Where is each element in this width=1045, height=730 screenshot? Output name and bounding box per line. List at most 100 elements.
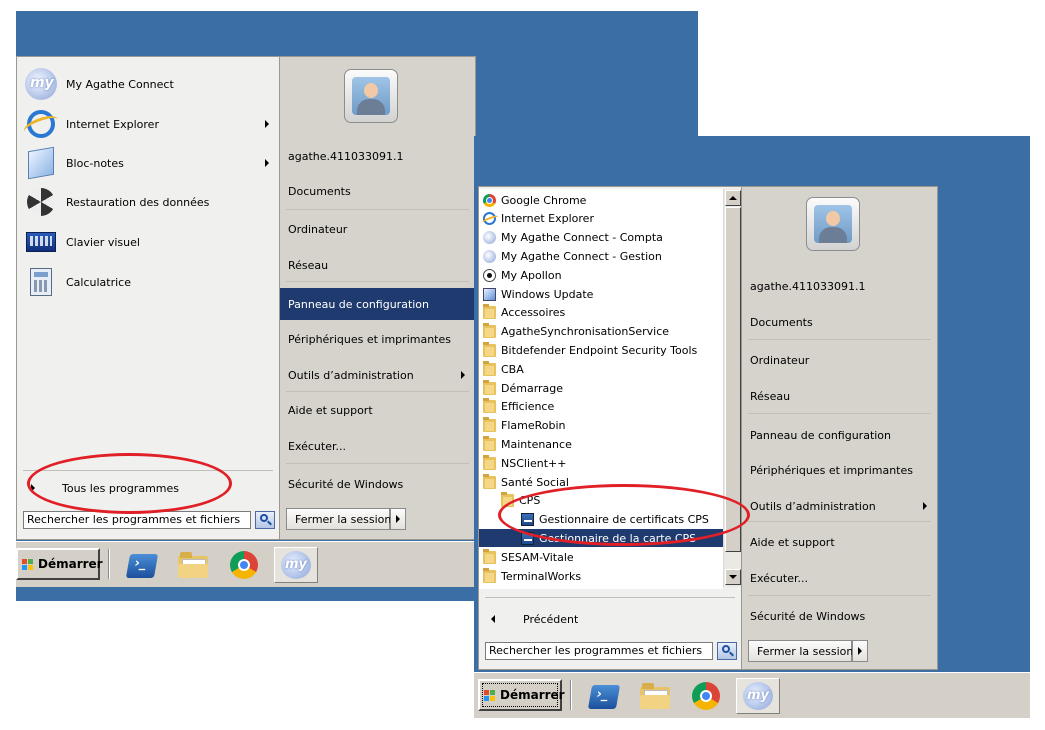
folder-icon — [483, 473, 496, 489]
windows-update-icon — [483, 287, 496, 301]
scroll-down-arrow-icon[interactable] — [725, 569, 741, 585]
chrome-icon[interactable] — [692, 682, 720, 710]
menu-item-reseau[interactable]: Réseau — [280, 254, 475, 276]
separator — [286, 391, 469, 392]
my-agathe-taskbar-button[interactable] — [736, 678, 780, 714]
program-label: Google Chrome — [501, 193, 587, 207]
menu-item-executer[interactable]: Exécuter... — [280, 435, 475, 457]
back-button[interactable]: Précédent — [479, 608, 741, 630]
pinned-item-bloc-notes[interactable]: Bloc-notes — [17, 146, 279, 180]
pinned-item-restauration[interactable]: Restauration des données — [17, 185, 279, 219]
logoff-button[interactable]: Fermer la session — [286, 508, 391, 530]
separator — [286, 281, 469, 282]
menu-item-executer[interactable]: Exécuter... — [742, 567, 937, 589]
right-programs-panel: Google Chrome Internet Explorer My Agathe … — [478, 186, 742, 670]
menu-item-aide-support[interactable]: Aide et support — [742, 531, 937, 553]
chrome-icon[interactable] — [230, 551, 258, 579]
username-link[interactable]: agathe.411033091.1 — [742, 275, 937, 297]
menu-item-aide-support[interactable]: Aide et support — [280, 399, 475, 421]
program-label: Maintenance — [501, 437, 572, 451]
folder-icon — [483, 417, 496, 433]
program-list-item[interactable]: Bitdefender Endpoint Security Tools — [479, 341, 723, 359]
program-label: Accessoires — [501, 306, 566, 320]
my-agathe-icon — [281, 551, 311, 579]
menu-item-reseau[interactable]: Réseau — [742, 385, 937, 407]
program-label: Santé Social — [501, 475, 569, 489]
menu-item-peripheriques[interactable]: Périphériques et imprimantes — [280, 328, 475, 350]
separator — [286, 463, 469, 464]
ie-icon — [483, 212, 496, 226]
pinned-item-internet-explorer[interactable]: Internet Explorer — [17, 107, 279, 141]
program-list-item[interactable]: My Agathe Connect - Compta — [479, 229, 723, 247]
search-button[interactable] — [255, 511, 275, 529]
search-button[interactable] — [717, 642, 737, 660]
menu-item-panneau-configuration[interactable]: Panneau de configuration — [280, 288, 475, 320]
menu-item-documents[interactable]: Documents — [280, 180, 475, 202]
menu-item-ordinateur[interactable]: Ordinateur — [742, 349, 937, 371]
program-label: Efficience — [501, 400, 555, 414]
logoff-options-button[interactable] — [852, 640, 868, 662]
file-explorer-icon[interactable] — [640, 683, 670, 709]
menu-item-documents[interactable]: Documents — [742, 311, 937, 333]
program-label: My Agathe Connect - Compta — [501, 231, 663, 245]
username-link[interactable]: agathe.411033091.1 — [280, 145, 475, 167]
search-input[interactable]: Rechercher les programmes et fichiers — [485, 642, 713, 660]
windows-logo-icon — [484, 690, 496, 702]
folder-icon — [483, 454, 496, 470]
file-explorer-icon[interactable] — [178, 552, 208, 578]
program-list-item[interactable]: NSClient++ — [479, 454, 723, 472]
pinned-item-clavier-visuel[interactable]: Clavier visuel — [17, 225, 279, 259]
taskbar-separator — [108, 549, 110, 579]
program-list-item[interactable]: Internet Explorer — [479, 210, 723, 228]
folder-icon — [483, 567, 496, 583]
menu-item-securite-windows[interactable]: Sécurité de Windows — [742, 605, 937, 627]
calculator-icon — [30, 268, 52, 296]
user-avatar[interactable] — [806, 197, 860, 251]
start-button[interactable]: Démarrer — [478, 679, 565, 711]
my-agathe-icon — [743, 682, 773, 710]
backup-restore-icon — [27, 188, 55, 216]
menu-item-peripheriques[interactable]: Périphériques et imprimantes — [742, 459, 937, 481]
program-list-item[interactable]: My Agathe Connect - Gestion — [479, 247, 723, 265]
program-label: NSClient++ — [501, 456, 567, 470]
program-list-item[interactable]: CBA — [479, 360, 723, 378]
my-agathe-icon — [25, 68, 57, 100]
powershell-icon[interactable] — [125, 554, 159, 578]
menu-item-outils-administration[interactable]: Outils d’administration — [742, 495, 937, 517]
scroll-up-arrow-icon[interactable] — [725, 190, 741, 206]
annotation-circle-all-programs — [27, 453, 232, 514]
program-list-item[interactable]: Windows Update — [479, 285, 723, 303]
menu-item-panneau-configuration[interactable]: Panneau de configuration — [742, 424, 937, 446]
program-list-item[interactable]: Démarrage — [479, 379, 723, 397]
windows-logo-icon — [22, 559, 34, 571]
folder-icon — [483, 435, 496, 451]
separator — [748, 595, 931, 596]
submenu-arrow-icon — [923, 502, 927, 510]
program-list-item[interactable]: Google Chrome — [479, 191, 723, 209]
program-list-item[interactable]: Accessoires — [479, 304, 723, 322]
program-label: TerminalWorks — [501, 569, 582, 583]
program-list-item[interactable]: Efficience — [479, 398, 723, 416]
program-list-item[interactable]: My Apollon — [479, 266, 723, 284]
menu-item-securite-windows[interactable]: Sécurité de Windows — [280, 473, 475, 495]
start-button[interactable]: Démarrer — [16, 548, 103, 580]
menu-item-outils-administration[interactable]: Outils d’administration — [280, 364, 475, 386]
program-list-item[interactable]: TerminalWorks — [479, 567, 723, 585]
program-list-item[interactable]: FlameRobin — [479, 417, 723, 435]
program-list-item[interactable]: Maintenance — [479, 435, 723, 453]
powershell-icon[interactable] — [587, 685, 621, 709]
program-list-item[interactable]: AgatheSynchronisationService — [479, 323, 723, 341]
pinned-item-my-agathe[interactable]: My Agathe Connect — [17, 67, 279, 101]
logoff-button[interactable]: Fermer la session — [748, 640, 853, 662]
program-list-item[interactable]: SESAM-Vitale — [479, 548, 723, 566]
pinned-item-calculatrice[interactable]: Calculatrice — [17, 265, 279, 299]
folder-icon — [483, 360, 496, 376]
logoff-options-button[interactable] — [390, 508, 406, 530]
user-avatar[interactable] — [344, 69, 398, 123]
my-agathe-taskbar-button[interactable] — [274, 547, 318, 583]
right-start-menu: Google Chrome Internet Explorer My Agathe … — [478, 186, 938, 670]
folder-icon — [483, 341, 496, 357]
right-taskbar: Démarrer — [474, 672, 1030, 718]
menu-item-ordinateur[interactable]: Ordinateur — [280, 218, 475, 240]
separator — [748, 339, 931, 340]
